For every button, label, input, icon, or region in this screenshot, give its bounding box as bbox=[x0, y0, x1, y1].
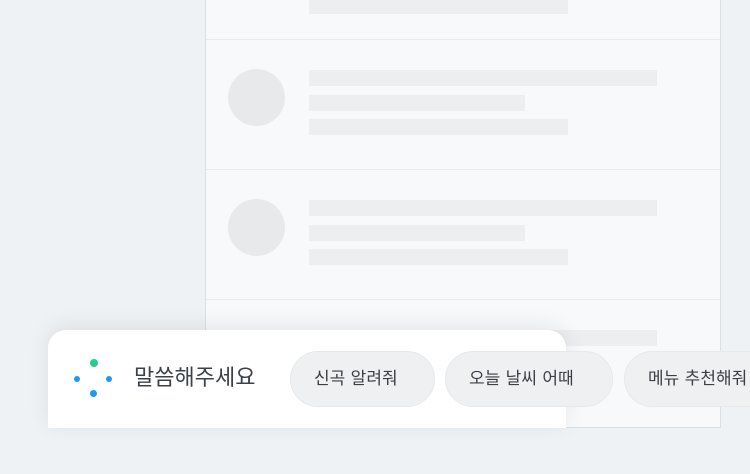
assistant-dots-icon bbox=[74, 359, 114, 399]
screen: 말씀해주세요 신곡 알려줘 오늘 날씨 어때 메뉴 추천해줘 bbox=[0, 0, 750, 474]
list-item bbox=[206, 40, 720, 170]
dot-blue bbox=[74, 376, 80, 382]
dot-blue bbox=[90, 390, 97, 397]
placeholder-line bbox=[309, 70, 657, 86]
placeholder-line bbox=[309, 249, 568, 265]
suggestion-chip-menu[interactable]: 메뉴 추천해줘 bbox=[624, 351, 750, 407]
avatar bbox=[228, 199, 285, 256]
placeholder-line bbox=[309, 119, 568, 135]
dot-blue bbox=[106, 376, 112, 382]
placeholder-line bbox=[309, 200, 657, 216]
list-item bbox=[206, 170, 720, 300]
placeholder-line bbox=[309, 0, 568, 14]
suggestion-chip-new-song[interactable]: 신곡 알려줘 bbox=[290, 351, 435, 407]
placeholder-line bbox=[309, 225, 525, 241]
assistant-prompt: 말씀해주세요 bbox=[134, 366, 256, 391]
avatar bbox=[228, 69, 285, 126]
suggestion-chip-weather[interactable]: 오늘 날씨 어때 bbox=[445, 351, 613, 407]
placeholder-line bbox=[309, 95, 525, 111]
dot-green bbox=[90, 359, 98, 367]
list-item bbox=[206, 0, 720, 40]
